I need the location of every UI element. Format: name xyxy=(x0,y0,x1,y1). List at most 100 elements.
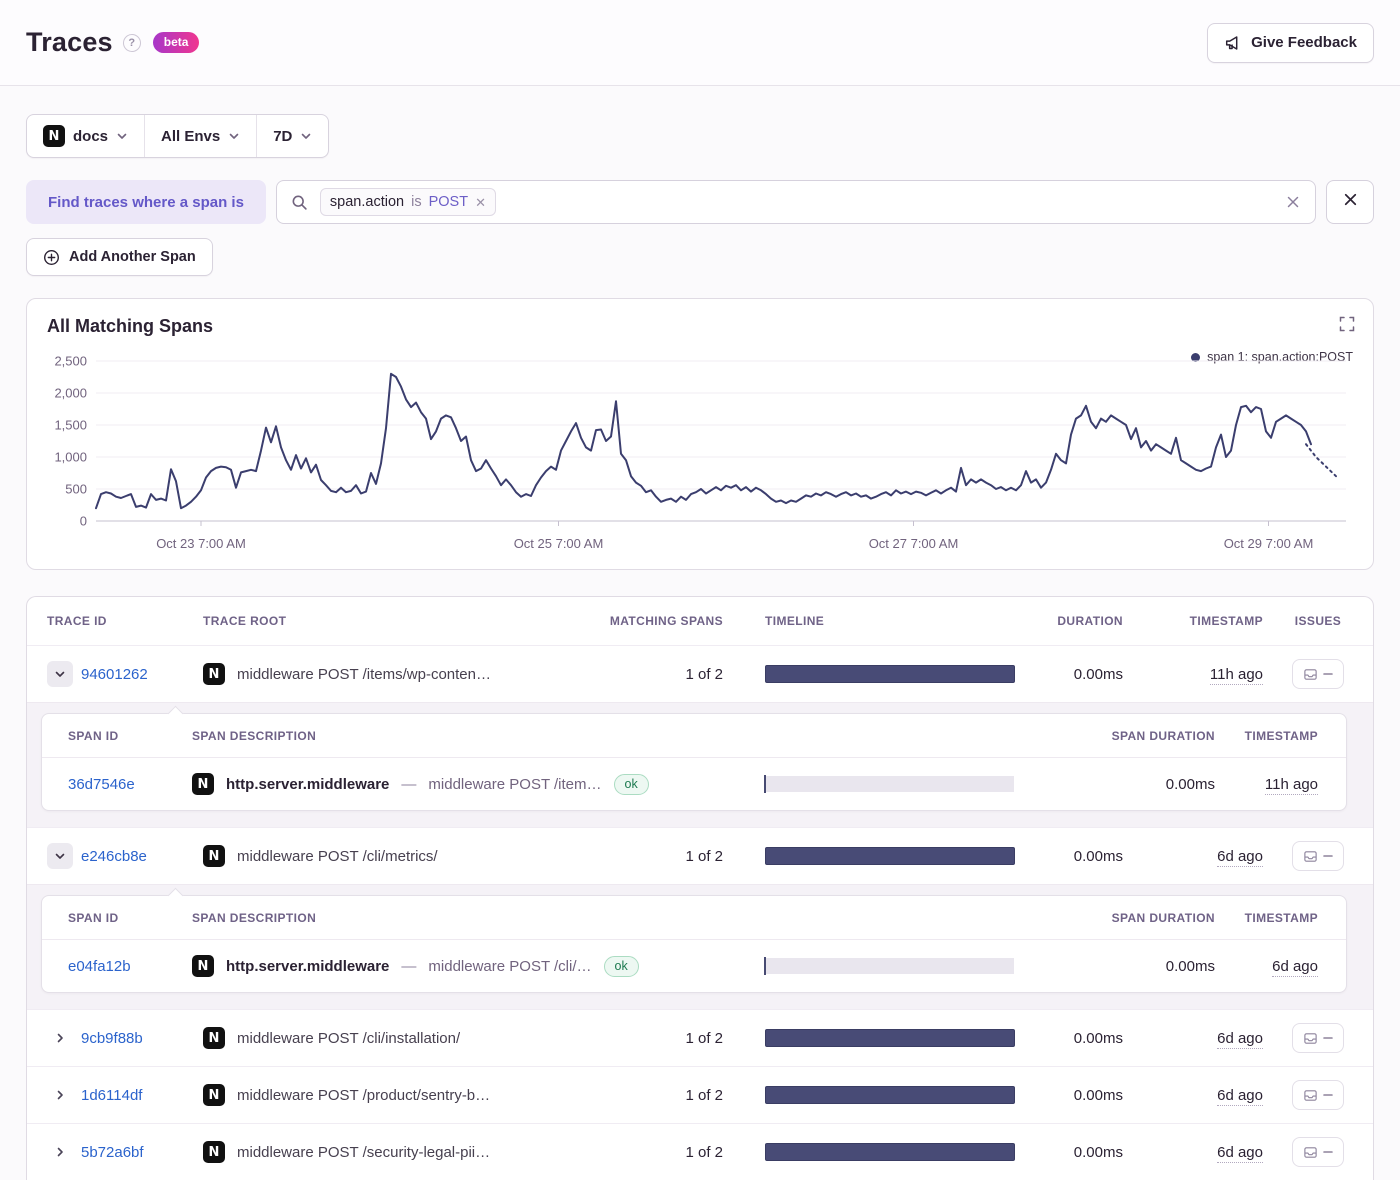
expand-trace-chevron[interactable] xyxy=(47,1025,73,1051)
page-filter-bar: N docs All Envs 7D xyxy=(26,114,329,158)
no-issues-dash-icon xyxy=(1323,1147,1333,1157)
issues-inbox-icon xyxy=(1303,849,1318,864)
column-header-trace-id: Trace ID xyxy=(27,614,187,628)
timestamp-link[interactable]: 6d ago xyxy=(1217,1030,1263,1049)
span-description-label: middleware POST /item… xyxy=(428,776,601,793)
timestamp-link[interactable]: 11h ago xyxy=(1210,666,1263,685)
date-range-filter-label: 7D xyxy=(273,128,292,145)
matching-spans-value: 1 of 2 xyxy=(579,848,749,865)
close-icon xyxy=(1342,191,1359,213)
span-timeline-bar[interactable] xyxy=(764,775,1020,793)
chart-title: All Matching Spans xyxy=(27,299,1373,337)
matching-spans-line-chart[interactable]: 05001,0001,5002,0002,500Oct 23 7:00 AMOc… xyxy=(27,349,1373,561)
trace-row: 5b72a6bf Nmiddleware POST /security-legal… xyxy=(27,1123,1373,1180)
no-issues-dash-icon xyxy=(1323,851,1333,861)
span-sub-table: Span IDSpan DescriptionSpan DurationTime… xyxy=(41,713,1347,811)
environment-filter-label: All Envs xyxy=(161,128,220,145)
span-description-label: middleware POST /cli/… xyxy=(428,958,591,975)
token-operator[interactable]: is xyxy=(411,194,421,210)
trace-id-link[interactable]: 1d6114df xyxy=(81,1087,142,1104)
trace-id-link[interactable]: 94601262 xyxy=(81,666,148,683)
description-separator: — xyxy=(401,958,416,975)
duration-value: 0.00ms xyxy=(1031,1087,1139,1104)
page-title: Traces xyxy=(26,27,113,58)
timestamp-link[interactable]: 6d ago xyxy=(1217,848,1263,867)
nextjs-icon: N xyxy=(192,955,214,977)
issues-button[interactable] xyxy=(1292,1137,1344,1167)
span-timestamp-link[interactable]: 6d ago xyxy=(1272,958,1318,977)
remove-span-query-button[interactable] xyxy=(1326,180,1374,224)
timestamp-link[interactable]: 6d ago xyxy=(1217,1144,1263,1163)
trace-row: e246cb8eNmiddleware POST /cli/metrics/1 … xyxy=(27,827,1373,884)
span-status-badge: ok xyxy=(604,956,639,977)
trace-id-link[interactable]: 5b72a6bf xyxy=(81,1144,144,1161)
timeline-bar[interactable] xyxy=(765,847,1015,865)
span-id-link[interactable]: e04fa12b xyxy=(68,958,131,975)
megaphone-icon xyxy=(1224,34,1242,52)
y-axis-tick-label: 0 xyxy=(80,514,87,529)
search-token[interactable]: span.action is POST ✕ xyxy=(320,188,496,216)
timeline-bar[interactable] xyxy=(765,1029,1015,1047)
expanded-spans-zone: Span IDSpan DescriptionSpan DurationTime… xyxy=(27,702,1373,827)
series-line-projection xyxy=(1306,444,1336,476)
token-key: span.action xyxy=(330,194,404,210)
project-filter[interactable]: N docs xyxy=(27,115,144,157)
plus-circle-icon xyxy=(43,249,60,266)
expand-trace-chevron[interactable] xyxy=(47,1139,73,1165)
trace-row: 94601262Nmiddleware POST /items/wp-conte… xyxy=(27,645,1373,702)
remove-token-icon[interactable]: ✕ xyxy=(475,196,486,209)
token-value[interactable]: POST xyxy=(429,194,468,210)
span-search-input[interactable]: span.action is POST ✕ xyxy=(276,180,1316,224)
matching-spans-value: 1 of 2 xyxy=(579,666,749,683)
help-icon[interactable]: ? xyxy=(123,34,141,52)
issues-button[interactable] xyxy=(1292,1080,1344,1110)
timeline-bar[interactable] xyxy=(765,665,1015,683)
expand-trace-chevron[interactable] xyxy=(47,1082,73,1108)
timestamp-link[interactable]: 6d ago xyxy=(1217,1087,1263,1106)
matching-spans-value: 1 of 2 xyxy=(579,1144,749,1161)
span-id-link[interactable]: 36d7546e xyxy=(68,776,135,793)
column-header-trace-root: Trace Root xyxy=(187,614,579,628)
trace-root-label: middleware POST /product/sentry-b… xyxy=(237,1087,490,1104)
x-axis-tick-label: Oct 29 7:00 AM xyxy=(1224,536,1314,551)
trace-id-link[interactable]: 9cb9f88b xyxy=(81,1030,143,1047)
column-header-timestamp: Timestamp xyxy=(1139,614,1287,628)
nextjs-icon: N xyxy=(192,773,214,795)
y-axis-tick-label: 2,500 xyxy=(54,354,87,369)
trace-table: Trace IDTrace RootMatching SpansTimeline… xyxy=(26,596,1374,1180)
clear-search-icon[interactable] xyxy=(1285,194,1301,210)
collapse-trace-chevron[interactable] xyxy=(47,843,73,869)
issues-button[interactable] xyxy=(1292,841,1344,871)
add-another-span-button[interactable]: Add Another Span xyxy=(26,238,213,276)
span-sub-table: Span IDSpan DescriptionSpan DurationTime… xyxy=(41,895,1347,993)
duration-value: 0.00ms xyxy=(1031,848,1139,865)
trace-table-header: Trace IDTrace RootMatching SpansTimeline… xyxy=(27,597,1373,645)
trace-id-link[interactable]: e246cb8e xyxy=(81,848,147,865)
trace-root-label: middleware POST /security-legal-pii… xyxy=(237,1144,490,1161)
issues-button[interactable] xyxy=(1292,659,1344,689)
duration-value: 0.00ms xyxy=(1031,1144,1139,1161)
environment-filter[interactable]: All Envs xyxy=(144,115,256,157)
timeline-bar[interactable] xyxy=(765,1086,1015,1104)
date-range-filter[interactable]: 7D xyxy=(256,115,328,157)
span-timestamp-link[interactable]: 11h ago xyxy=(1265,776,1318,795)
trace-root-label: middleware POST /cli/installation/ xyxy=(237,1030,460,1047)
give-feedback-button[interactable]: Give Feedback xyxy=(1207,23,1374,63)
column-header-matching-spans: Matching Spans xyxy=(579,614,749,628)
span-column-header-span-id: Span ID xyxy=(42,911,192,925)
issues-button[interactable] xyxy=(1292,1023,1344,1053)
no-issues-dash-icon xyxy=(1323,1033,1333,1043)
span-timeline-bar[interactable] xyxy=(764,957,1020,975)
span-row: 36d7546eNhttp.server.middleware—middlewa… xyxy=(42,758,1346,810)
nextjs-icon: N xyxy=(203,1141,225,1163)
add-another-span-label: Add Another Span xyxy=(69,249,196,265)
span-operation-label: http.server.middleware xyxy=(226,958,389,975)
span-column-header-span-id: Span ID xyxy=(42,729,192,743)
timeline-bar[interactable] xyxy=(765,1143,1015,1161)
trace-root-label: middleware POST /cli/metrics/ xyxy=(237,848,438,865)
collapse-trace-chevron[interactable] xyxy=(47,661,73,687)
span-duration-value: 0.00ms xyxy=(1020,958,1215,975)
fullscreen-icon[interactable] xyxy=(1339,316,1355,337)
duration-value: 0.00ms xyxy=(1031,1030,1139,1047)
give-feedback-label: Give Feedback xyxy=(1251,34,1357,51)
